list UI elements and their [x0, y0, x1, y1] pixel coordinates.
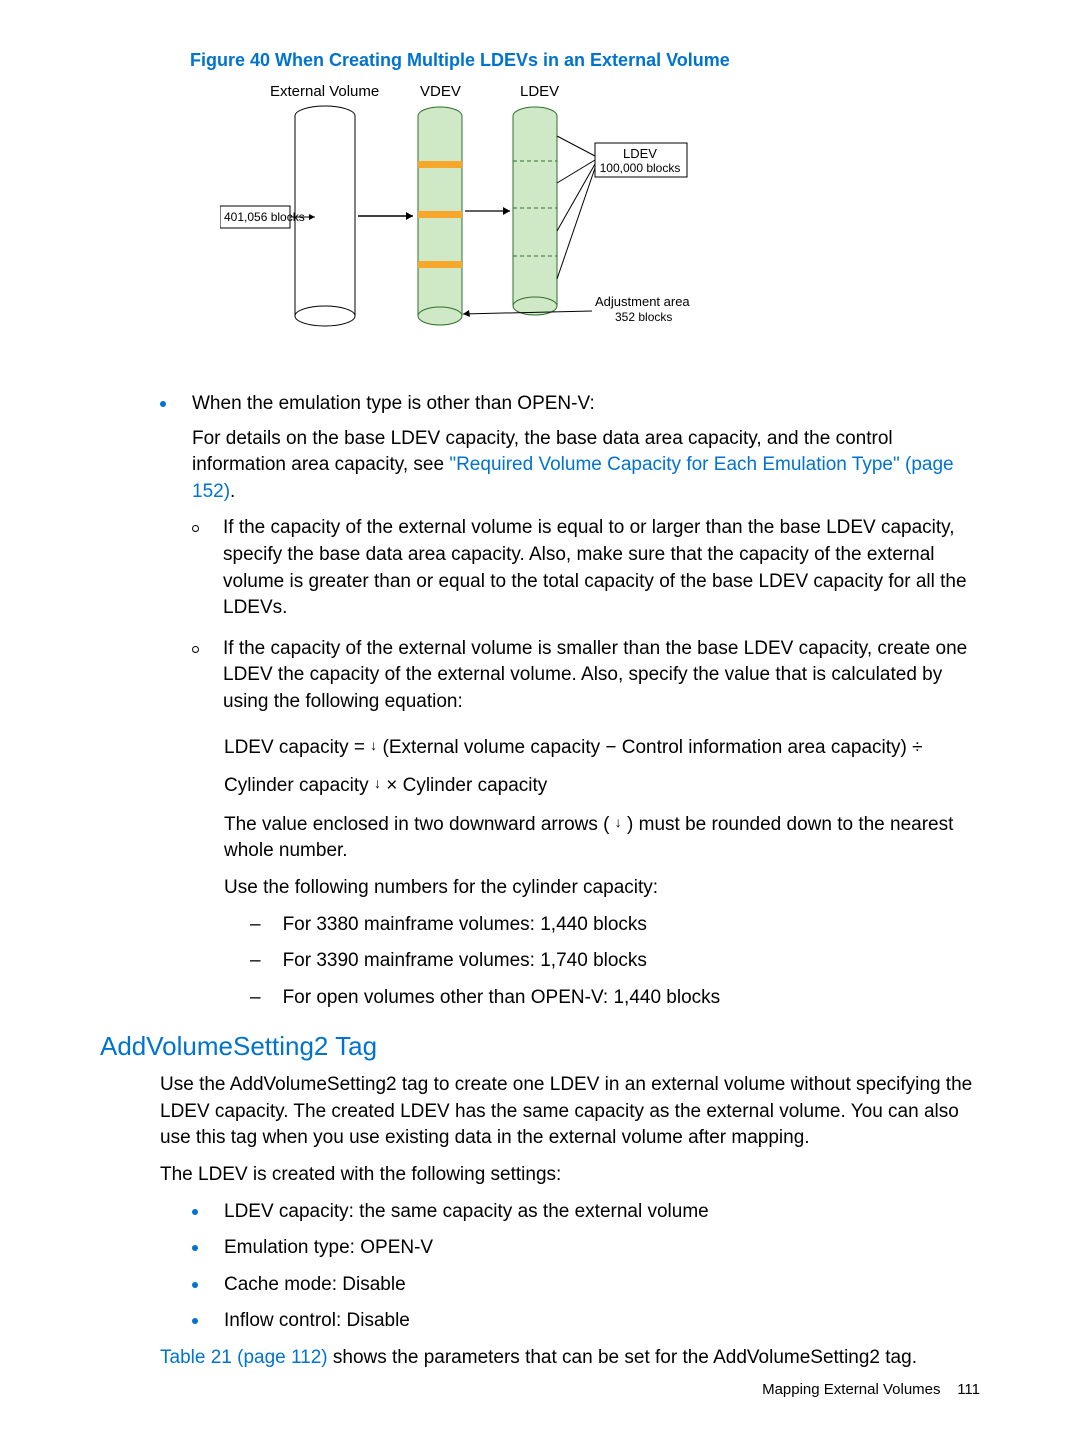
bullet-icon [192, 1282, 198, 1288]
dash-3380: For 3380 mainframe volumes: 1,440 blocks [283, 912, 647, 939]
setting-inflow: Inflow control: Disable [224, 1308, 410, 1335]
label-external-volume: External Volume [270, 83, 379, 100]
bullet-icon [192, 1209, 198, 1215]
svg-text:Adjustment area: Adjustment area [595, 294, 690, 309]
section-p1: Use the AddVolumeSetting2 tag to create … [160, 1072, 980, 1152]
down-arrow-icon: ↓ [374, 770, 381, 797]
cylinder-numbers-intro: Use the following numbers for the cylind… [224, 875, 980, 902]
section-p2: The LDEV is created with the following s… [160, 1162, 980, 1189]
figure-caption: Figure 40 When Creating Multiple LDEVs i… [190, 50, 980, 71]
bullet-icon [160, 401, 166, 407]
dash-bullet: – [250, 948, 261, 975]
svg-text:352 blocks: 352 blocks [615, 310, 672, 324]
bullet-icon [192, 1318, 198, 1324]
setting-cache: Cache mode: Disable [224, 1272, 406, 1299]
label-vdev: VDEV [420, 83, 461, 100]
dash-bullet: – [250, 912, 261, 939]
sub-bullet-smaller: If the capacity of the external volume i… [223, 636, 980, 716]
dash-bullet: – [250, 985, 261, 1012]
rounding-note: The value enclosed in two downward arrow… [224, 812, 980, 865]
adjustment-label: Adjustment area 352 blocks [463, 294, 690, 324]
svg-text:LDEV: LDEV [623, 146, 657, 161]
detail-paragraph: For details on the base LDEV capacity, t… [192, 426, 980, 506]
equation-line1: LDEV capacity = ↓ (External volume capac… [224, 730, 980, 766]
down-arrow-icon: ↓ [615, 813, 622, 833]
circle-bullet-icon [192, 525, 199, 532]
sub-bullet-larger: If the capacity of the external volume i… [223, 515, 980, 621]
dash-3390: For 3390 mainframe volumes: 1,740 blocks [283, 948, 647, 975]
bullet-icon [192, 1245, 198, 1251]
label-ldev-top: LDEV [520, 83, 559, 100]
circle-bullet-icon [192, 646, 199, 653]
dash-open: For open volumes other than OPEN-V: 1,44… [283, 985, 721, 1012]
bullet-non-openv: When the emulation type is other than OP… [192, 391, 980, 418]
setting-emulation: Emulation type: OPEN-V [224, 1235, 433, 1262]
ldev-cylinder [513, 107, 557, 315]
section-title: AddVolumeSetting2 Tag [100, 1031, 980, 1062]
link-table21[interactable]: Table 21 (page 112) [160, 1347, 328, 1368]
svg-text:100,000 blocks: 100,000 blocks [600, 161, 681, 175]
figure-diagram: External Volume VDEV LDEV [220, 81, 980, 351]
vdev-cylinder [418, 107, 462, 325]
page-footer: Mapping External Volumes 111 [762, 1381, 980, 1398]
setting-capacity: LDEV capacity: the same capacity as the … [224, 1199, 709, 1226]
ldev-box: LDEV 100,000 blocks [557, 136, 687, 279]
section-p3: Table 21 (page 112) shows the parameters… [160, 1345, 980, 1372]
equation-line2: Cylinder capacity ↓ × Cylinder capacity [224, 768, 980, 804]
